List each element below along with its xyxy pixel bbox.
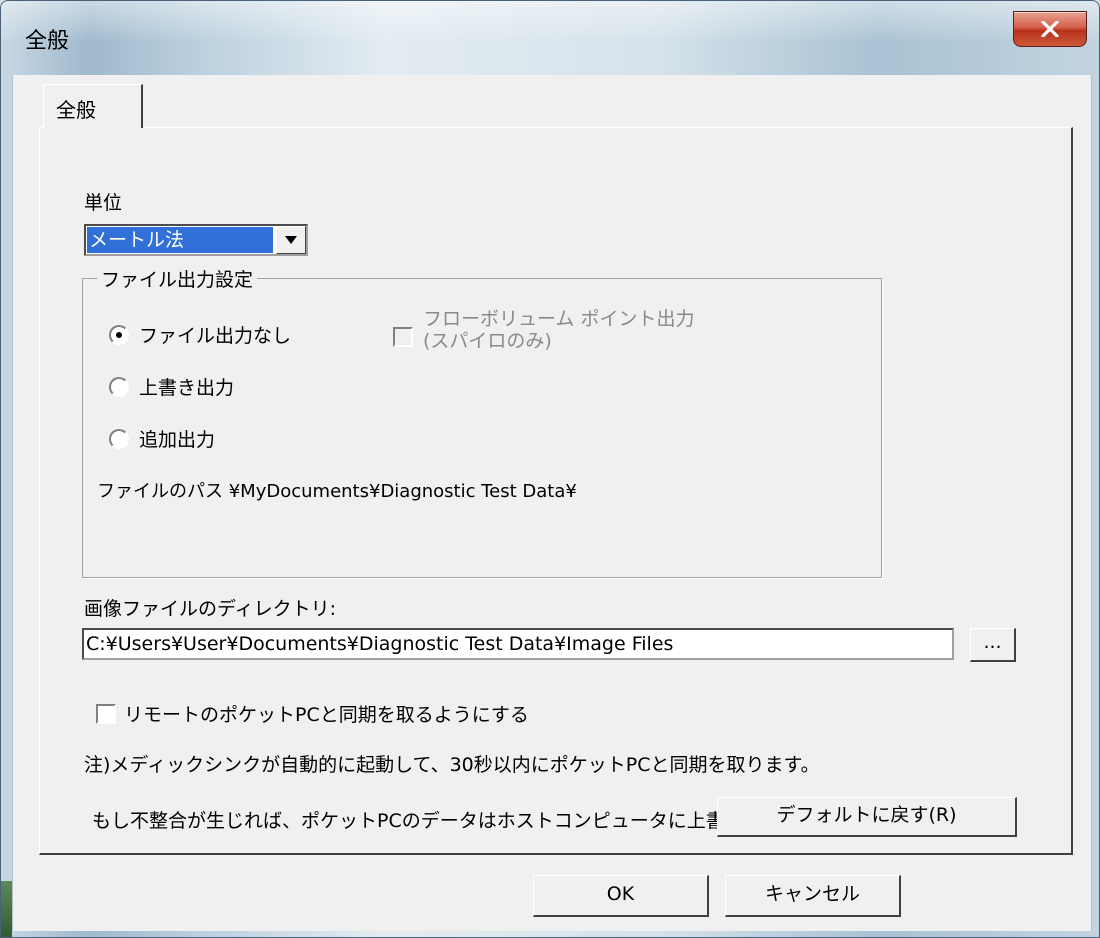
units-label: 単位 bbox=[84, 192, 123, 214]
dialog-client-area: 全般 単位 メートル法 ファイル出力設定 ファイル出力なし フローボリューム ポ… bbox=[12, 75, 1092, 931]
flow-volume-checkbox[interactable] bbox=[393, 327, 413, 347]
chevron-down-icon[interactable] bbox=[276, 226, 306, 254]
browse-button[interactable]: ... bbox=[970, 628, 1016, 662]
file-path-text: ファイルのパス ¥MyDocuments¥Diagnostic Test Dat… bbox=[97, 481, 577, 502]
radio-overwrite-label: 上書き出力 bbox=[139, 377, 235, 399]
units-selected-value: メートル法 bbox=[87, 227, 273, 253]
flow-volume-label-line1: フローボリューム ポイント出力 bbox=[423, 308, 695, 330]
window-frame-accent bbox=[1, 881, 12, 937]
sync-label: リモートのポケットPCと同期を取るようにする bbox=[124, 704, 529, 726]
radio-overwrite[interactable] bbox=[109, 377, 129, 397]
ok-button[interactable]: OK bbox=[533, 875, 709, 917]
radio-append-label: 追加出力 bbox=[139, 429, 216, 451]
close-button[interactable] bbox=[1013, 11, 1087, 47]
cancel-button[interactable]: キャンセル bbox=[725, 875, 901, 917]
units-dropdown[interactable]: メートル法 bbox=[84, 224, 308, 256]
file-output-group: ファイル出力設定 ファイル出力なし フローボリューム ポイント出力 (スパイロの… bbox=[82, 265, 882, 578]
file-output-legend: ファイル出力設定 bbox=[97, 265, 258, 292]
tab-general[interactable]: 全般 bbox=[43, 84, 143, 128]
image-dir-label: 画像ファイルのディレクトリ: bbox=[84, 598, 337, 620]
image-dir-input[interactable]: C:¥Users¥User¥Documents¥Diagnostic Test … bbox=[82, 628, 954, 660]
window-title: 全般 bbox=[25, 29, 70, 54]
restore-default-button[interactable]: デフォルトに戻す(R) bbox=[717, 797, 1017, 837]
radio-no-output[interactable] bbox=[109, 325, 129, 345]
close-icon bbox=[1041, 21, 1059, 37]
flow-volume-label-line2: (スパイロのみ) bbox=[423, 330, 552, 352]
dialog-window: 全般 全般 単位 メートル法 ファイル出力設定 ファイル出力なし フローボリュー… bbox=[0, 0, 1100, 938]
tab-panel-general: 単位 メートル法 ファイル出力設定 ファイル出力なし フローボリューム ポイント… bbox=[39, 127, 1073, 855]
sync-checkbox[interactable] bbox=[96, 704, 116, 724]
sync-note-1: 注)メディックシンクが自動的に起動して、30秒以内にポケットPCと同期を取ります… bbox=[84, 754, 820, 776]
tab-label: 全般 bbox=[56, 98, 96, 122]
radio-no-output-label: ファイル出力なし bbox=[139, 325, 292, 347]
title-bar[interactable]: 全般 bbox=[1, 1, 1099, 75]
radio-append[interactable] bbox=[109, 429, 129, 449]
